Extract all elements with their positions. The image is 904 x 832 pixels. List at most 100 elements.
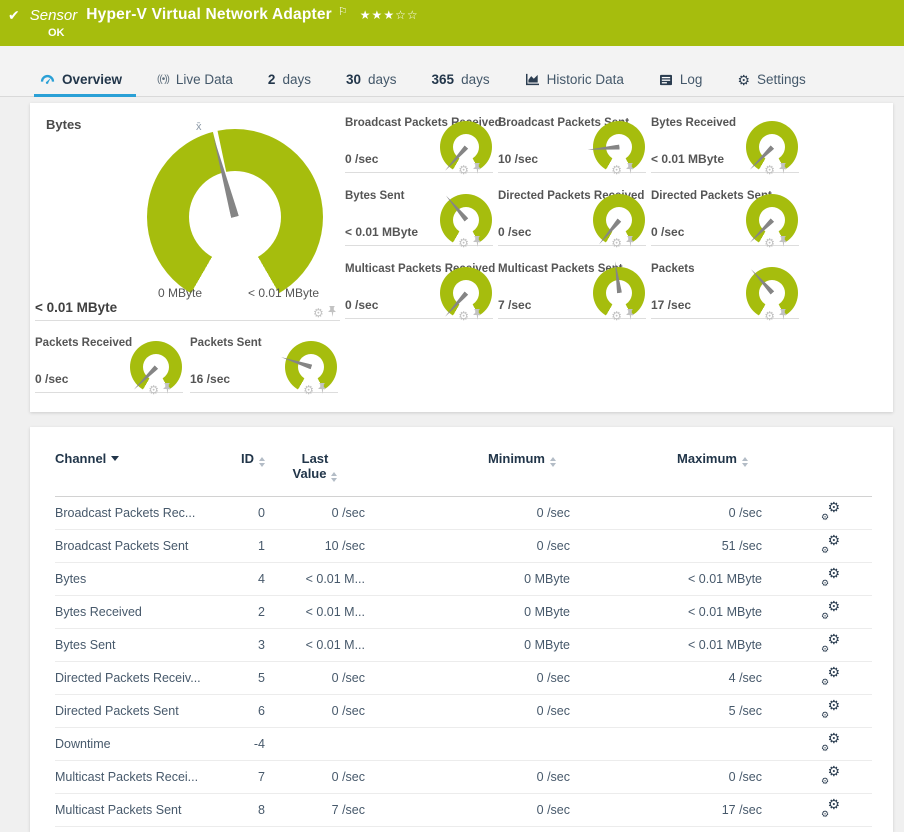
tab-days-30[interactable]: 30 days	[346, 72, 397, 87]
table-header-row: Channel ID Last Value Minimum Maximum	[55, 445, 872, 497]
edit-cell: ⚙ ⚙	[762, 595, 872, 629]
tab-overview[interactable]: Overview	[33, 72, 137, 97]
edit-channel-gears-icon[interactable]: ⚙ ⚙	[820, 599, 840, 621]
pin-icon[interactable]	[779, 307, 788, 325]
pin-icon[interactable]	[473, 307, 482, 325]
edit-channel-gears-icon[interactable]: ⚙ ⚙	[820, 731, 840, 753]
minimum-cell: 0 MByte	[365, 562, 570, 596]
mini-gauge-panel: Broadcast Packets Sent 10 /sec ⚙	[498, 115, 651, 188]
edit-channel-gears-icon[interactable]: ⚙ ⚙	[820, 533, 840, 555]
minimum-cell	[365, 727, 570, 761]
tab-historic-data[interactable]: Historic Data	[525, 72, 624, 87]
priority-stars[interactable]: ★★★☆☆	[360, 8, 419, 22]
table-row: Broadcast Packets Sent 1 10 /sec 0 /sec 51 /…	[55, 529, 872, 563]
edit-channel-gears-icon[interactable]: ⚙ ⚙	[820, 764, 840, 786]
maximum-cell: 0 /sec	[570, 496, 762, 530]
tab-number: 30	[345, 72, 361, 87]
gear-icon[interactable]: ⚙	[458, 237, 469, 249]
column-header-maximum[interactable]: Maximum	[570, 445, 762, 497]
gear-icon[interactable]: ⚙	[611, 164, 622, 176]
pin-icon[interactable]	[626, 161, 635, 179]
live-icon: ((•))	[157, 73, 170, 85]
pin-icon[interactable]	[318, 381, 327, 399]
gear-icon[interactable]: ⚙	[764, 310, 775, 322]
channel-id-cell: 0	[210, 496, 265, 530]
maximum-cell: < 0.01 MByte	[570, 628, 762, 662]
pin-icon[interactable]	[626, 307, 635, 325]
tab-label: Historic Data	[546, 72, 624, 87]
pin-icon[interactable]	[473, 161, 482, 179]
edit-channel-gears-icon[interactable]: ⚙ ⚙	[820, 500, 840, 522]
tab-days-2[interactable]: 2 days	[268, 72, 311, 87]
channel-value: 10 /sec	[498, 152, 539, 166]
tab-live-data[interactable]: ((•)) Live Data	[157, 72, 233, 87]
column-header-channel[interactable]: Channel	[55, 445, 210, 497]
last-value-cell: 0 /sec	[265, 760, 365, 794]
minimum-cell: 0 /sec	[365, 661, 570, 695]
edit-channel-gears-icon[interactable]: ⚙ ⚙	[820, 566, 840, 588]
edit-channel-gears-icon[interactable]: ⚙ ⚙	[820, 797, 840, 819]
mini-gauge-panel: Packets 17 /sec ⚙	[651, 261, 804, 334]
tab-label: days	[368, 72, 397, 87]
channel-name-cell: Downtime	[55, 727, 210, 761]
gear-icon[interactable]: ⚙	[303, 384, 314, 396]
channel-value: < 0.01 MByte	[345, 225, 419, 239]
tab-days-365[interactable]: 365 days	[432, 72, 490, 87]
channel-id-cell: 2	[210, 595, 265, 629]
pin-icon[interactable]	[163, 381, 172, 399]
priority-flag-icon[interactable]: ⚐	[338, 5, 348, 18]
last-value-cell: < 0.01 M...	[265, 562, 365, 596]
maximum-cell: 17 /sec	[570, 793, 762, 827]
channel-value: < 0.01 MByte	[651, 152, 725, 166]
edit-cell: ⚙ ⚙	[762, 760, 872, 794]
gear-icon[interactable]: ⚙	[611, 237, 622, 249]
tab-label: Live Data	[175, 72, 233, 87]
gear-icon[interactable]: ⚙	[764, 164, 775, 176]
edit-cell: ⚙ ⚙	[762, 628, 872, 662]
minimum-cell: 0 /sec	[365, 694, 570, 728]
tab-label: Log	[679, 72, 703, 87]
channel-value: 0 /sec	[345, 298, 379, 312]
edit-channel-gears-icon[interactable]: ⚙ ⚙	[820, 698, 840, 720]
pin-icon[interactable]	[779, 234, 788, 252]
gear-icon[interactable]: ⚙	[458, 310, 469, 322]
pin-icon[interactable]	[779, 161, 788, 179]
edit-channel-gears-icon[interactable]: ⚙ ⚙	[820, 665, 840, 687]
mini-gauge-panel: Bytes Received < 0.01 MByte ⚙	[651, 115, 804, 188]
column-header-last-value[interactable]: Last Value	[265, 445, 365, 497]
minimum-cell: 0 MByte	[365, 628, 570, 662]
channel-value: 16 /sec	[190, 372, 231, 386]
gear-icon[interactable]: ⚙	[148, 384, 159, 396]
primary-channel-gauge: x̄	[147, 121, 323, 305]
channel-id-cell: -4	[210, 727, 265, 761]
mini-gauge-panel: Packets Sent 16 /sec ⚙	[190, 335, 343, 408]
maximum-cell: 5 /sec	[570, 694, 762, 728]
gear-icon: ⚙	[737, 71, 750, 88]
pin-icon[interactable]	[328, 304, 337, 322]
last-value-cell: 0 /sec	[265, 496, 365, 530]
maximum-cell: 0 /sec	[570, 760, 762, 794]
column-header-minimum[interactable]: Minimum	[365, 445, 570, 497]
gear-icon[interactable]: ⚙	[458, 164, 469, 176]
gear-icon[interactable]: ⚙	[764, 237, 775, 249]
channel-name-cell: Broadcast Packets Rec...	[55, 496, 210, 530]
sensor-title: Hyper-V Virtual Network Adapter	[86, 6, 332, 23]
column-header-id[interactable]: ID	[210, 445, 265, 497]
pin-icon[interactable]	[473, 234, 482, 252]
gear-icon[interactable]: ⚙	[611, 310, 622, 322]
gauge-arc	[147, 129, 323, 305]
sort-icon	[742, 457, 748, 467]
sensor-status-header: ✔ Sensor Hyper-V Virtual Network Adapter…	[0, 0, 904, 46]
channel-name-cell: Directed Packets Receiv...	[55, 661, 210, 695]
table-row: Broadcast Packets Rec... 0 0 /sec 0 /sec 0 /…	[55, 496, 872, 530]
maximum-cell	[570, 727, 762, 761]
channel-id-cell: 5	[210, 661, 265, 695]
minimum-cell: 0 /sec	[365, 760, 570, 794]
tab-log[interactable]: Log	[659, 72, 703, 87]
tab-settings[interactable]: ⚙ Settings	[737, 72, 805, 87]
edit-channel-gears-icon[interactable]: ⚙ ⚙	[820, 632, 840, 654]
gear-icon[interactable]: ⚙	[313, 307, 324, 319]
mini-gauge-panel: Directed Packets Received 0 /sec ⚙	[498, 188, 651, 261]
pin-icon[interactable]	[626, 234, 635, 252]
table-row: Multicast Packets Sent 8 7 /sec 0 /sec 17 /s…	[55, 793, 872, 827]
